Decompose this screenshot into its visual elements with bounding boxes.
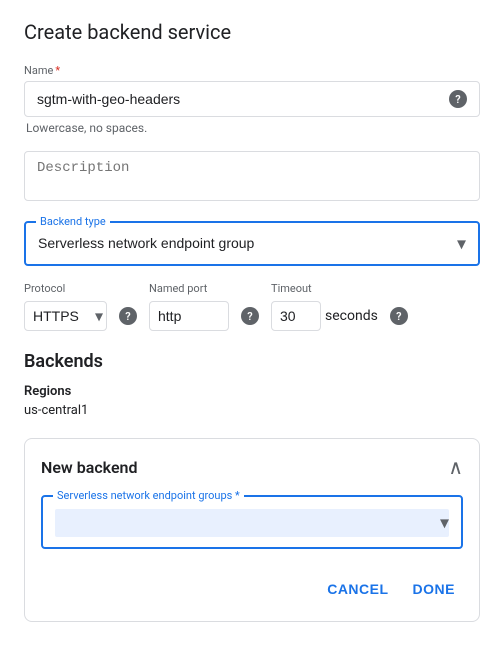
named-port-label: Named port bbox=[149, 282, 259, 295]
timeout-col: Timeout seconds ? bbox=[271, 282, 408, 331]
timeout-unit: seconds bbox=[325, 308, 378, 324]
neg-select-wrapper: ▾ bbox=[55, 509, 449, 537]
timeout-help-icon[interactable]: ? bbox=[390, 307, 408, 325]
backend-type-section: Backend type Serverless network endpoint… bbox=[24, 221, 480, 266]
done-button[interactable]: DONE bbox=[409, 573, 459, 605]
timeout-input[interactable] bbox=[271, 301, 321, 331]
page-title: Create backend service bbox=[24, 20, 480, 44]
protocol-label: Protocol bbox=[24, 282, 137, 295]
description-field-group bbox=[24, 151, 480, 205]
named-port-input[interactable] bbox=[149, 301, 229, 331]
name-label: Name * bbox=[24, 64, 480, 77]
protocol-help-icon[interactable]: ? bbox=[119, 307, 137, 325]
region-value: us-central1 bbox=[24, 403, 480, 418]
neg-field-label: Serverless network endpoint groups * bbox=[53, 489, 244, 502]
regions-label: Regions bbox=[24, 384, 480, 399]
name-input[interactable] bbox=[37, 91, 441, 107]
collapse-icon[interactable]: ∧ bbox=[448, 455, 463, 479]
name-hint: Lowercase, no spaces. bbox=[24, 121, 480, 135]
protocol-select[interactable]: HTTPS HTTP HTTP/2 bbox=[24, 301, 107, 331]
name-field-group: Name * ? Lowercase, no spaces. bbox=[24, 64, 480, 135]
new-backend-card: New backend ∧ Serverless network endpoin… bbox=[24, 438, 480, 622]
description-input[interactable] bbox=[24, 151, 480, 201]
named-port-col: Named port ? bbox=[149, 282, 259, 331]
action-buttons: CANCEL DONE bbox=[41, 573, 463, 605]
backends-title: Backends bbox=[24, 351, 480, 372]
neg-select[interactable] bbox=[55, 509, 449, 537]
protocol-col: Protocol HTTPS HTTP HTTP/2 ▾ ? bbox=[24, 282, 137, 331]
name-help-icon[interactable]: ? bbox=[449, 90, 467, 108]
neg-field: Serverless network endpoint groups * ▾ bbox=[41, 495, 463, 549]
backend-type-select[interactable]: Serverless network endpoint group Instan… bbox=[38, 235, 466, 251]
backend-type-select-wrapper: Serverless network endpoint group Instan… bbox=[38, 235, 466, 252]
new-backend-title: New backend bbox=[41, 458, 138, 477]
name-input-wrapper: ? bbox=[24, 81, 480, 117]
protocol-select-container: HTTPS HTTP HTTP/2 ▾ bbox=[24, 301, 107, 331]
named-port-wrapper: ? bbox=[149, 301, 259, 331]
timeout-wrapper: seconds ? bbox=[271, 301, 408, 331]
protocol-select-wrapper: HTTPS HTTP HTTP/2 ▾ ? bbox=[24, 301, 137, 331]
page-container: Create backend service Name * ? Lowercas… bbox=[0, 0, 504, 646]
backends-section: Backends Regions us-central1 bbox=[24, 351, 480, 418]
named-port-help-icon[interactable]: ? bbox=[241, 307, 259, 325]
protocol-row: Protocol HTTPS HTTP HTTP/2 ▾ ? Named por… bbox=[24, 282, 480, 331]
timeout-label: Timeout bbox=[271, 282, 408, 295]
backend-type-label: Backend type bbox=[36, 215, 110, 228]
cancel-button[interactable]: CANCEL bbox=[323, 573, 392, 605]
new-backend-header: New backend ∧ bbox=[41, 455, 463, 479]
